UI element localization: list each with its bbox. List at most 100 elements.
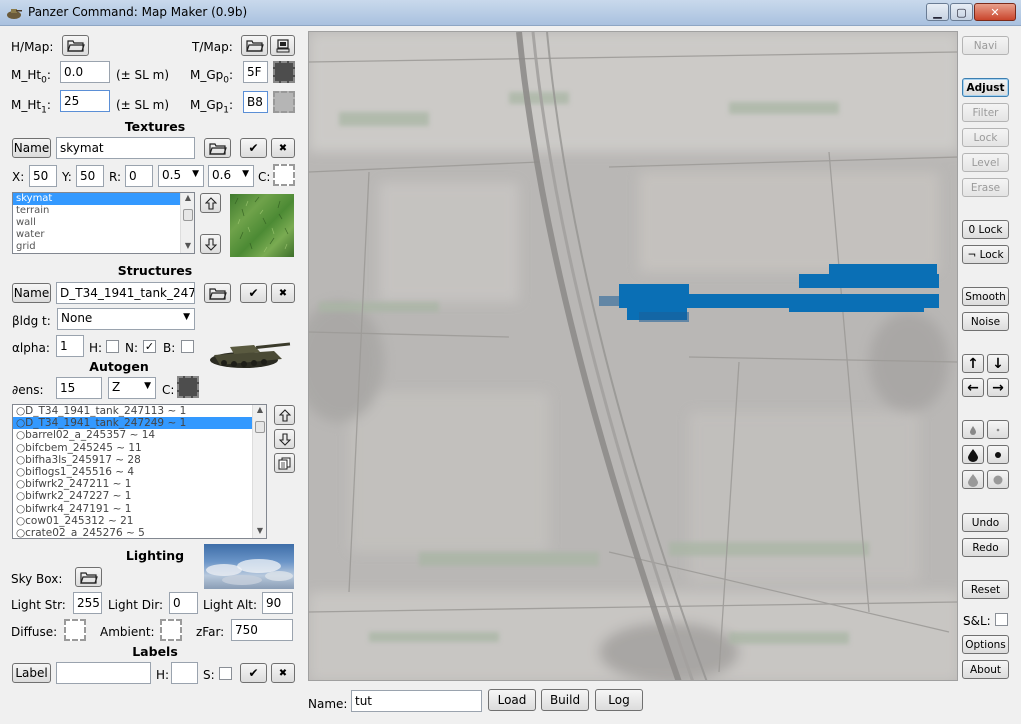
list-item[interactable]: ○barrel02_a_245357 ~ 14 bbox=[13, 429, 266, 441]
autogen-copy-button[interactable] bbox=[274, 453, 295, 473]
list-item[interactable]: ○D_T34_1941_tank_247113 ~ 1 bbox=[13, 405, 266, 417]
label-delete-button[interactable]: ✖ bbox=[271, 663, 295, 683]
structure-delete-button[interactable]: ✖ bbox=[271, 283, 295, 303]
list-item[interactable]: ○crate02_a_245276 ~ 5 bbox=[13, 527, 266, 538]
scroll-thumb[interactable] bbox=[183, 209, 193, 221]
label-text-input[interactable] bbox=[56, 662, 151, 684]
brush-drop-large-button[interactable] bbox=[962, 445, 984, 464]
lock-button[interactable]: Lock bbox=[962, 128, 1009, 147]
texture-move-up-button[interactable] bbox=[200, 193, 221, 213]
list-item[interactable]: ○bifha3ls_245917 ~ 28 bbox=[13, 454, 266, 466]
list-item[interactable]: water bbox=[13, 229, 194, 241]
mht0-input[interactable]: 0.0 bbox=[60, 61, 110, 83]
filter-button[interactable]: Filter bbox=[962, 103, 1009, 122]
brush-dot-soft-button[interactable] bbox=[987, 470, 1009, 489]
autogen-list-scrollbar[interactable]: ▲ ▼ bbox=[252, 405, 266, 538]
not-lock-button[interactable]: ¬ Lock bbox=[962, 245, 1009, 264]
list-item[interactable]: ○cow01_245312 ~ 21 bbox=[13, 515, 266, 527]
texture-name-button[interactable]: Name bbox=[12, 138, 51, 158]
light-direction-input[interactable]: 0 bbox=[169, 592, 198, 614]
mgp0-color-swatch[interactable] bbox=[273, 61, 295, 83]
brush-dot-small-button[interactable] bbox=[987, 420, 1009, 439]
list-item[interactable]: grid bbox=[13, 241, 194, 253]
level-button[interactable]: Level bbox=[962, 153, 1009, 172]
skybox-open-button[interactable] bbox=[75, 567, 102, 587]
texture-color-swatch[interactable] bbox=[273, 164, 295, 186]
list-item[interactable]: wall bbox=[13, 217, 194, 229]
load-button[interactable]: Load bbox=[488, 689, 536, 711]
scroll-up-icon[interactable]: ▲ bbox=[181, 193, 194, 205]
h-flag-checkbox[interactable] bbox=[106, 340, 119, 353]
texture-list[interactable]: skymat terrain wall water grid ▲ ▼ bbox=[12, 192, 195, 254]
list-item[interactable]: terrain bbox=[13, 205, 194, 217]
list-item[interactable]: ○bifwrk2_247211 ~ 1 bbox=[13, 478, 266, 490]
noise-button[interactable]: Noise bbox=[962, 312, 1009, 331]
map-name-input[interactable]: tut bbox=[351, 690, 482, 712]
smooth-button[interactable]: Smooth bbox=[962, 287, 1009, 306]
pan-down-button[interactable]: ↓ bbox=[987, 354, 1009, 373]
diffuse-color-swatch[interactable] bbox=[64, 619, 86, 641]
tmap-generate-button[interactable] bbox=[270, 35, 295, 56]
brush-drop-soft-button[interactable] bbox=[962, 470, 984, 489]
list-item[interactable]: ○D_T34_1941_tank_247249 ~ 1 bbox=[13, 417, 252, 430]
options-button[interactable]: Options bbox=[962, 635, 1009, 654]
hmap-open-button[interactable] bbox=[62, 35, 89, 56]
scroll-up-icon[interactable]: ▲ bbox=[253, 405, 266, 417]
autogen-object-list[interactable]: ○D_T34_1941_tank_247113 ~ 1 ○D_T34_1941_… bbox=[12, 404, 267, 539]
texture-move-down-button[interactable] bbox=[200, 234, 221, 254]
undo-button[interactable]: Undo bbox=[962, 513, 1009, 532]
structure-name-input[interactable]: D_T34_1941_tank_2472 bbox=[56, 282, 195, 304]
list-item[interactable]: ○bifwrk4_247191 ~ 1 bbox=[13, 503, 266, 515]
texture-scale-select-1[interactable]: 0.5 ▼ bbox=[158, 165, 204, 187]
density-input[interactable]: 15 bbox=[56, 377, 102, 399]
texture-list-scrollbar[interactable]: ▲ ▼ bbox=[180, 193, 194, 253]
building-type-select[interactable]: None ▼ bbox=[57, 308, 195, 330]
texture-name-input[interactable]: skymat bbox=[56, 137, 195, 159]
label-apply-button[interactable]: ✔ bbox=[240, 663, 267, 683]
adjust-button[interactable]: Adjust bbox=[962, 78, 1009, 97]
maximize-button[interactable]: ▢ bbox=[950, 3, 973, 21]
mgp1-input[interactable]: B8 bbox=[243, 91, 268, 113]
texture-open-button[interactable] bbox=[204, 138, 231, 158]
reset-button[interactable]: Reset bbox=[962, 580, 1009, 599]
label-button[interactable]: Label bbox=[12, 663, 51, 683]
close-button[interactable]: ✕ bbox=[974, 3, 1016, 21]
scroll-thumb[interactable] bbox=[255, 421, 265, 433]
structure-name-button[interactable]: Name bbox=[12, 283, 51, 303]
structure-apply-button[interactable]: ✔ bbox=[240, 283, 267, 303]
b-flag-checkbox[interactable] bbox=[181, 340, 194, 353]
zfar-input[interactable]: 750 bbox=[231, 619, 293, 641]
alpha-input[interactable]: 1 bbox=[56, 335, 84, 357]
texture-r-input[interactable]: 0 bbox=[125, 165, 153, 187]
ambient-color-swatch[interactable] bbox=[160, 619, 182, 641]
scroll-down-icon[interactable]: ▼ bbox=[253, 526, 266, 538]
tmap-open-button[interactable] bbox=[241, 35, 268, 56]
autogen-color-swatch[interactable] bbox=[177, 376, 199, 398]
scroll-down-icon[interactable]: ▼ bbox=[181, 241, 194, 253]
zero-lock-button[interactable]: 0 Lock bbox=[962, 220, 1009, 239]
n-flag-checkbox[interactable]: ✓ bbox=[143, 340, 156, 353]
autogen-move-up-button[interactable] bbox=[274, 405, 295, 425]
autogen-axis-select[interactable]: Z ▼ bbox=[108, 377, 156, 399]
mgp0-input[interactable]: 5F bbox=[243, 61, 268, 83]
light-altitude-input[interactable]: 90 bbox=[262, 592, 293, 614]
about-button[interactable]: About bbox=[962, 660, 1009, 679]
brush-dot-large-button[interactable] bbox=[987, 445, 1009, 464]
log-button[interactable]: Log bbox=[595, 689, 643, 711]
mht1-input[interactable]: 25 bbox=[60, 90, 110, 112]
list-item[interactable]: skymat bbox=[13, 193, 180, 205]
autogen-move-down-button[interactable] bbox=[274, 429, 295, 449]
label-s-checkbox[interactable] bbox=[219, 667, 232, 680]
brush-drop-small-button[interactable] bbox=[962, 420, 984, 439]
pan-left-button[interactable]: ← bbox=[962, 378, 984, 397]
pan-right-button[interactable]: → bbox=[987, 378, 1009, 397]
list-item[interactable]: ○bifwrk2_247227 ~ 1 bbox=[13, 490, 266, 502]
label-height-input[interactable] bbox=[171, 662, 198, 684]
build-button[interactable]: Build bbox=[541, 689, 589, 711]
texture-x-input[interactable]: 50 bbox=[29, 165, 57, 187]
texture-y-input[interactable]: 50 bbox=[76, 165, 104, 187]
map-viewport[interactable] bbox=[308, 31, 958, 681]
texture-delete-button[interactable]: ✖ bbox=[271, 138, 295, 158]
list-item[interactable]: ○biflogs1_245516 ~ 4 bbox=[13, 466, 266, 478]
list-item[interactable]: ○bifcbem_245245 ~ 11 bbox=[13, 442, 266, 454]
